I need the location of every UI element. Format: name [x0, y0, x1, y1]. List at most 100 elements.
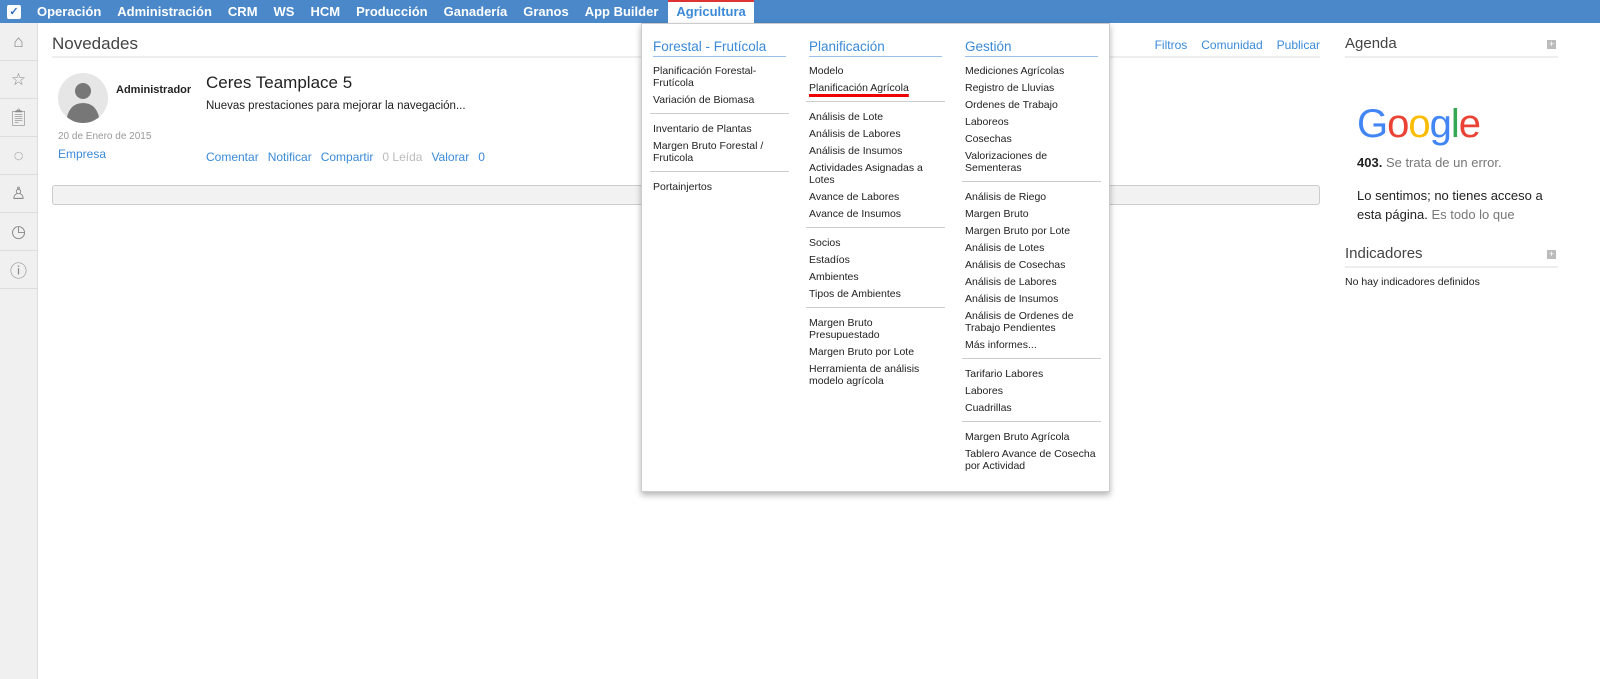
- menu-item[interactable]: Portainjertos: [653, 178, 786, 195]
- menu-item[interactable]: Avance de Labores: [809, 188, 942, 205]
- menu-column-title: Forestal - Frutícola: [653, 39, 786, 57]
- menu-item[interactable]: Análisis de Ordenes de Trabajo Pendiente…: [965, 307, 1098, 336]
- menu-item[interactable]: Margen Bruto Forestal / Fruticola: [653, 137, 786, 166]
- menu-item[interactable]: Análisis de Cosechas: [965, 256, 1098, 273]
- rate-button[interactable]: Valorar: [431, 150, 469, 164]
- agenda-title: Agenda: [1345, 35, 1397, 52]
- error-message-more: Es todo lo que: [1431, 207, 1515, 222]
- menu-item[interactable]: Cosechas: [965, 130, 1098, 147]
- menu-item[interactable]: Actividades Asignadas a Lotes: [809, 159, 942, 188]
- menu-item[interactable]: Cuadrillas: [965, 399, 1098, 416]
- menu-item[interactable]: Planificación Forestal- Frutícola: [653, 62, 786, 91]
- menu-column-title: Planificación: [809, 39, 942, 57]
- nav-administracion[interactable]: Administración: [109, 0, 220, 23]
- nav-hcm[interactable]: HCM: [302, 0, 348, 23]
- nav-agricultura[interactable]: Agricultura: [668, 0, 754, 23]
- indicadores-empty: No hay indicadores definidos: [1345, 276, 1480, 288]
- menu-divider: [806, 307, 945, 308]
- menu-item[interactable]: Herramienta de análisis modelo agrícola: [809, 360, 942, 389]
- menu-item[interactable]: Análisis de Lotes: [965, 239, 1098, 256]
- menu-divider: [962, 358, 1101, 359]
- app-logo-icon[interactable]: ✓: [7, 4, 21, 19]
- menu-item[interactable]: Análisis de Lote: [809, 108, 942, 125]
- comment-button[interactable]: Comentar: [206, 150, 259, 164]
- menu-item[interactable]: Más informes...: [965, 336, 1098, 353]
- menu-item[interactable]: Tarifario Labores: [965, 365, 1098, 382]
- right-panel: Agenda + Google 403. Se trata de un error…: [1345, 30, 1558, 288]
- post-title[interactable]: Ceres Teamplace 5: [206, 73, 352, 93]
- error-text: Se trata de un error.: [1385, 155, 1502, 170]
- home-icon[interactable]: ⌂: [0, 23, 37, 61]
- menu-item[interactable]: Análisis de Insumos: [809, 142, 942, 159]
- menu-item[interactable]: Ambientes: [809, 268, 942, 285]
- top-nav: ✓ Operación Administración CRM WS HCM Pr…: [0, 0, 1600, 23]
- menu-item[interactable]: Tipos de Ambientes: [809, 285, 942, 302]
- menu-column-title: Gestión: [965, 39, 1098, 57]
- post-author: Administrador: [116, 84, 192, 96]
- menu-divider: [806, 101, 945, 102]
- menu-item[interactable]: Labores: [965, 382, 1098, 399]
- menu-item[interactable]: Variación de Biomasa: [653, 91, 786, 108]
- share-button[interactable]: Compartir: [321, 150, 374, 164]
- menu-divider: [962, 181, 1101, 182]
- menu-divider: [962, 421, 1101, 422]
- rating-count: 0: [478, 150, 485, 164]
- post-subtitle: Nuevas prestaciones para mejorar la nave…: [206, 100, 466, 112]
- menu-item[interactable]: Mediciones Agrícolas: [965, 62, 1098, 79]
- menu-item[interactable]: Tablero Avance de Cosecha por Actividad: [965, 445, 1098, 474]
- nav-granos[interactable]: Granos: [515, 0, 577, 23]
- menu-item[interactable]: Margen Bruto Presupuestado: [809, 314, 942, 343]
- expand-indicadores-icon[interactable]: +: [1547, 250, 1556, 259]
- menu-column-forestal: Forestal - Frutícola Planificación Forest…: [650, 39, 789, 195]
- menu-item[interactable]: Planificación Agrícola: [809, 79, 942, 96]
- avatar: [58, 73, 108, 123]
- nav-ganaderia[interactable]: Ganadería: [436, 0, 516, 23]
- chat-icon[interactable]: ◌: [0, 137, 37, 175]
- menu-item[interactable]: Margen Bruto Agrícola: [965, 428, 1098, 445]
- error-code: 403.: [1357, 155, 1383, 170]
- nav-crm[interactable]: CRM: [220, 0, 266, 23]
- menu-item[interactable]: Estadíos: [809, 251, 942, 268]
- comunidad-button[interactable]: Comunidad: [1201, 38, 1262, 52]
- notify-button[interactable]: Notificar: [268, 150, 312, 164]
- menu-item[interactable]: Margen Bruto: [965, 205, 1098, 222]
- help-icon[interactable]: ⓘ: [0, 251, 37, 289]
- agricultura-dropdown: Forestal - Frutícola Planificación Forest…: [641, 23, 1110, 492]
- menu-item[interactable]: Margen Bruto por Lote: [809, 343, 942, 360]
- menu-item[interactable]: Análisis de Labores: [809, 125, 942, 142]
- menu-divider: [806, 227, 945, 228]
- filtros-button[interactable]: Filtros: [1155, 38, 1188, 52]
- menu-item[interactable]: Modelo: [809, 62, 942, 79]
- sidebar: ⌂ ☆ 📋︎ ◌ ♙ ◷ ⓘ: [0, 23, 38, 679]
- menu-item[interactable]: Análisis de Riego: [965, 188, 1098, 205]
- indicadores-title: Indicadores: [1345, 245, 1423, 262]
- star-icon[interactable]: ☆: [0, 61, 37, 99]
- publicar-button[interactable]: Publicar: [1277, 38, 1320, 52]
- nav-ws[interactable]: WS: [266, 0, 303, 23]
- menu-item[interactable]: Ordenes de Trabajo: [965, 96, 1098, 113]
- clipboard-icon[interactable]: 📋︎: [0, 99, 37, 137]
- menu-item[interactable]: Socios: [809, 234, 942, 251]
- nav-operacion[interactable]: Operación: [29, 0, 109, 23]
- menu-item[interactable]: Margen Bruto por Lote: [965, 222, 1098, 239]
- menu-column-planificacion: Planificación Modelo Planificación Agrícol…: [806, 39, 945, 389]
- menu-item[interactable]: Valorizaciones de Sementeras: [965, 147, 1098, 176]
- nav-app-builder[interactable]: App Builder: [577, 0, 667, 23]
- add-user-icon[interactable]: ♙: [0, 175, 37, 213]
- expand-agenda-icon[interactable]: +: [1547, 40, 1556, 49]
- menu-item[interactable]: Análisis de Insumos: [965, 290, 1098, 307]
- menu-divider: [650, 113, 789, 114]
- menu-item[interactable]: Laboreos: [965, 113, 1098, 130]
- company-link[interactable]: Empresa: [58, 147, 106, 161]
- google-logo: Google: [1357, 102, 1481, 146]
- menu-column-gestion: Gestión Mediciones Agrícolas Registro de L…: [962, 39, 1101, 474]
- menu-item[interactable]: Inventario de Plantas: [653, 120, 786, 137]
- read-count: 0 Leída: [382, 150, 423, 164]
- nav-produccion[interactable]: Producción: [348, 0, 436, 23]
- menu-divider: [650, 171, 789, 172]
- menu-item[interactable]: Análisis de Labores: [965, 273, 1098, 290]
- menu-item[interactable]: Avance de Insumos: [809, 205, 942, 222]
- menu-item[interactable]: Registro de Lluvias: [965, 79, 1098, 96]
- clock-icon[interactable]: ◷: [0, 213, 37, 251]
- post-date: 20 de Enero de 2015: [58, 131, 152, 142]
